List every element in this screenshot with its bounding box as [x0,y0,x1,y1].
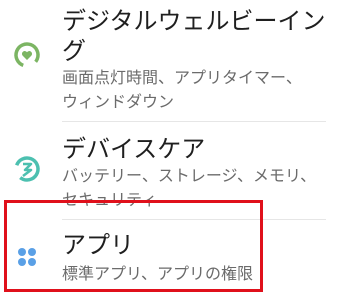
device-care-icon [12,154,42,184]
settings-list: デジタルウェルビーイン グ 画面点灯時間、アプリタイマー、 ウィンドダウン デバ… [0,0,340,296]
settings-item-subtitle-line-1: 画面点灯時間、アプリタイマー、 [62,68,302,87]
settings-item-title: デバイスケア [62,135,206,163]
digital-wellbeing-icon [12,40,42,70]
settings-item-digital-wellbeing[interactable]: デジタルウェルビーイン グ 画面点灯時間、アプリタイマー、 ウィンドダウン [0,0,340,120]
settings-item-title: デジタルウェルビーイン [62,7,326,35]
settings-item-subtitle-line-1: バッテリー、ストレージ、メモリ、 [62,166,317,185]
settings-item-title-continued: グ [62,37,86,65]
highlight-box [4,200,263,292]
settings-item-subtitle-line-2: ウィンドダウン [62,92,175,111]
